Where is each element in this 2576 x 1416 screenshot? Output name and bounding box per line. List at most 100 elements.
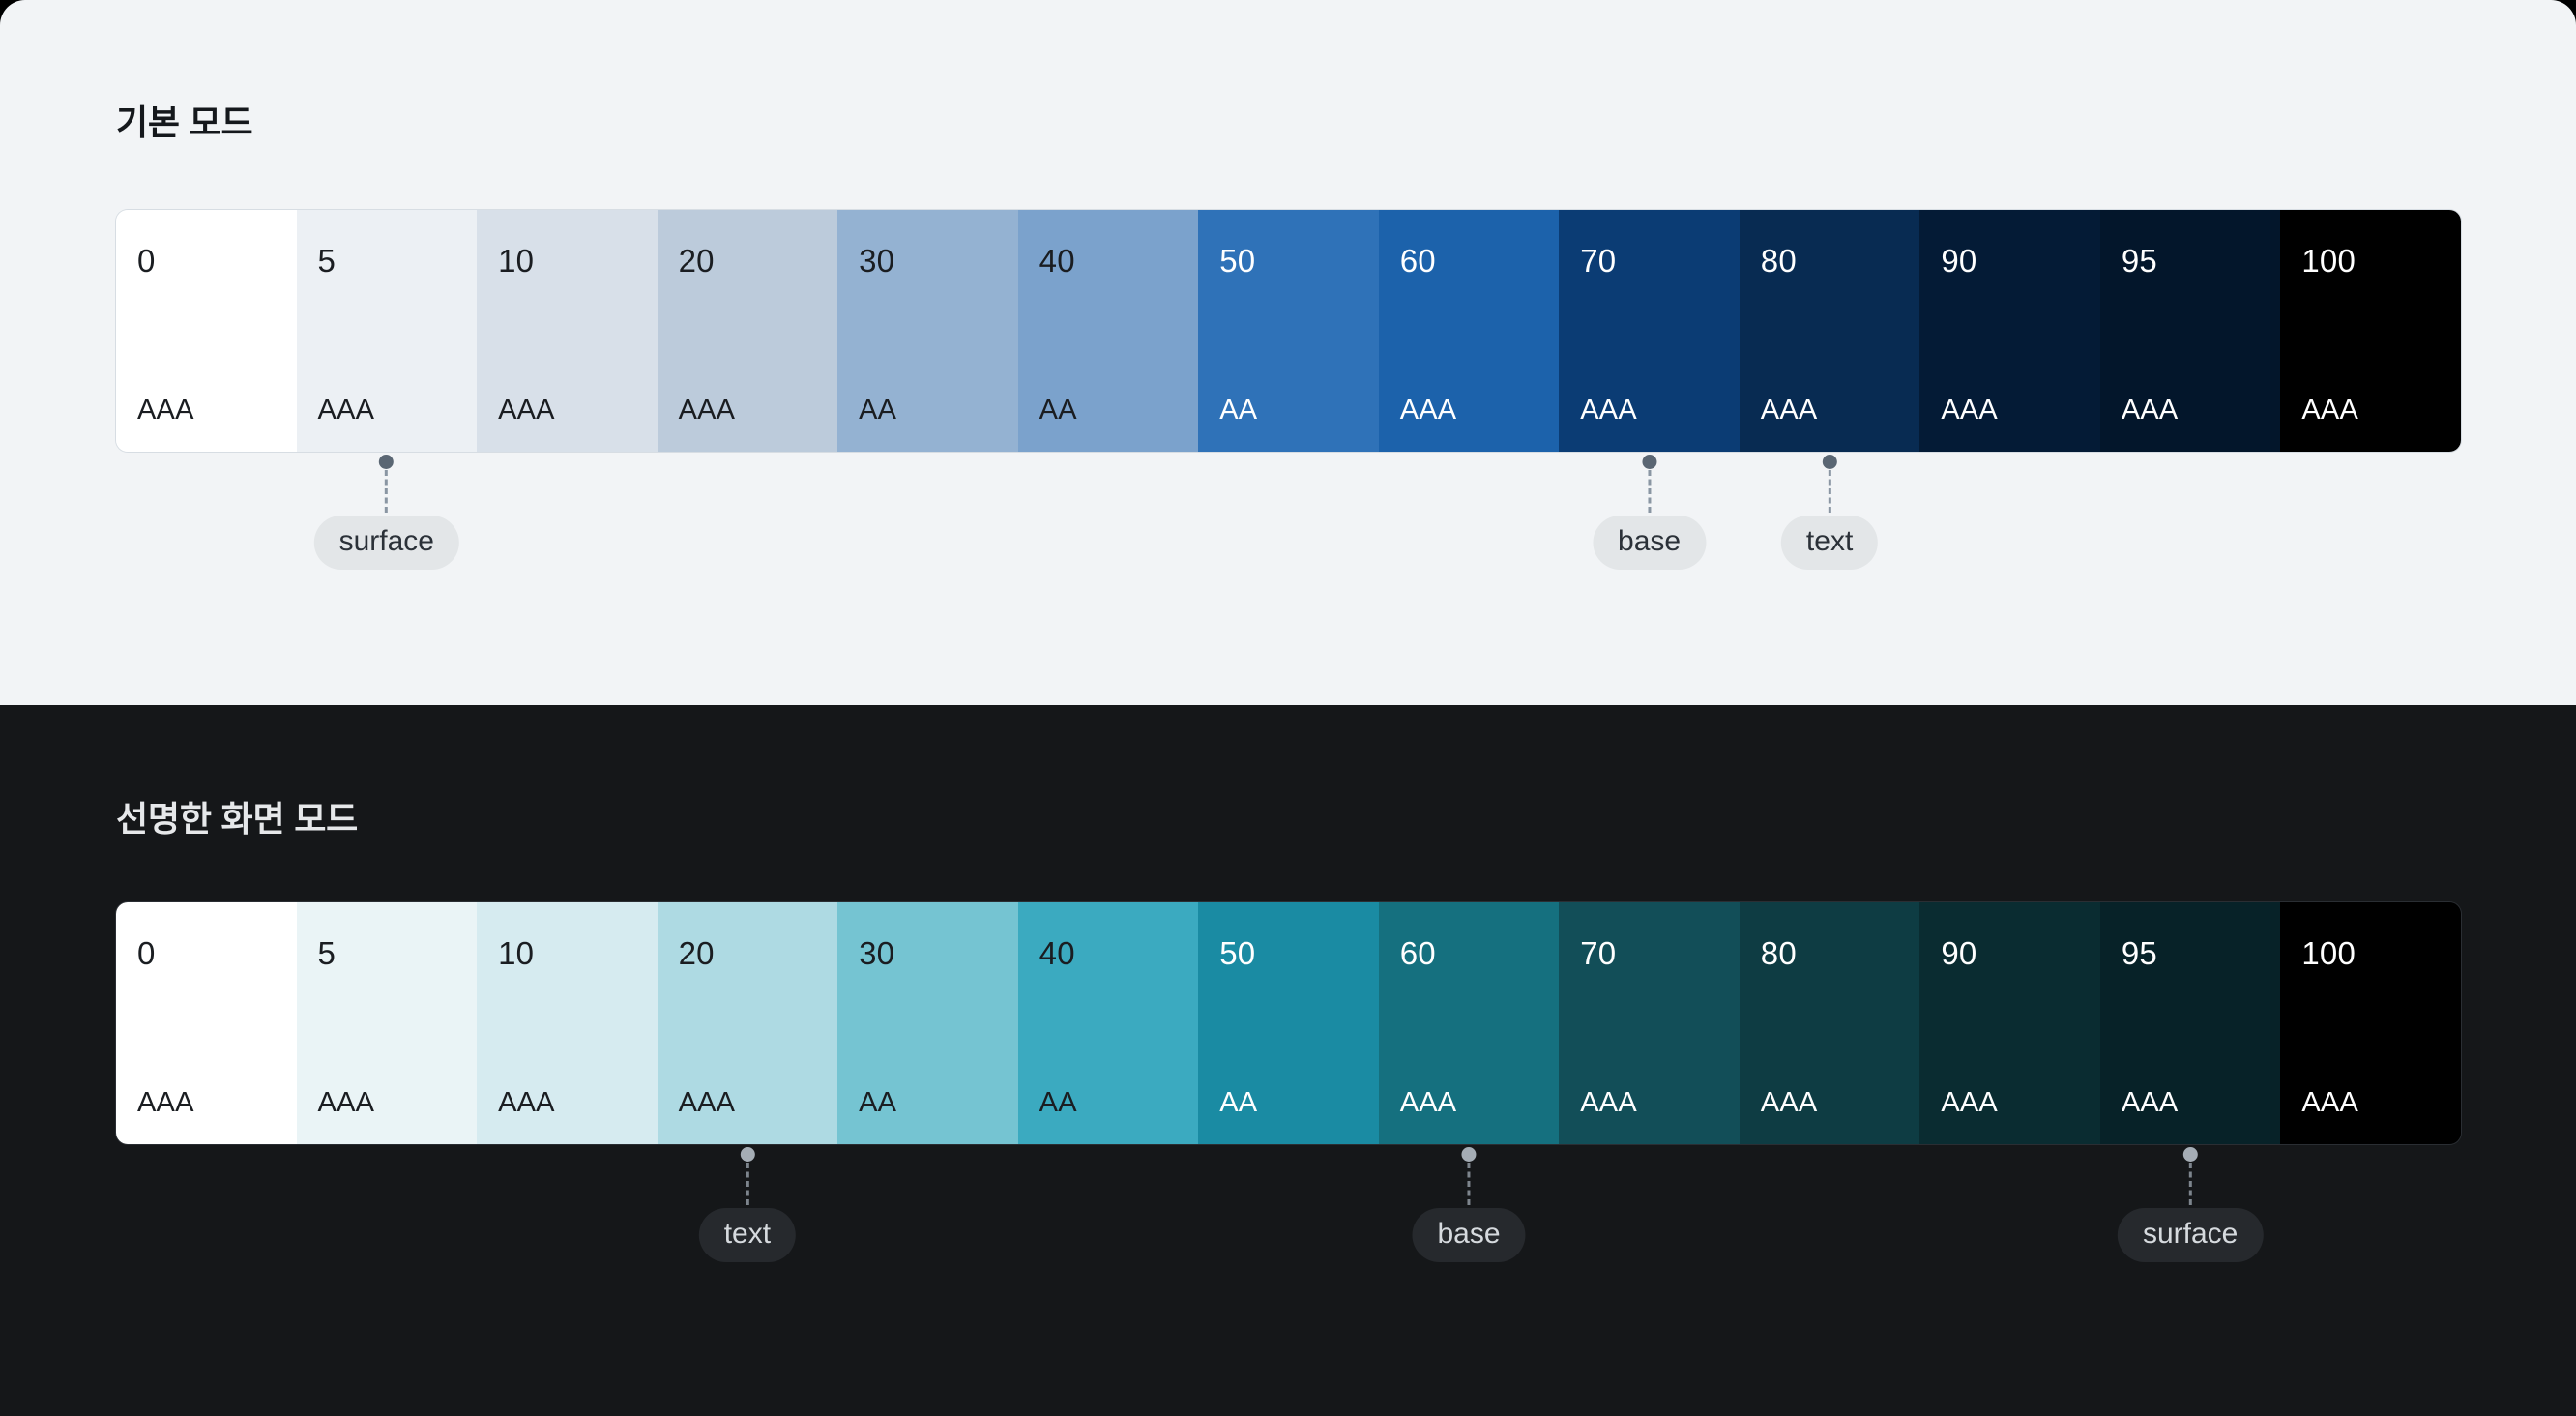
swatch-contrast-rating: AAA: [1399, 394, 1457, 426]
swatch-step-label: 80: [1760, 242, 1797, 279]
swatch-step-label: 95: [2121, 934, 2157, 971]
color-swatch[interactable]: 50 AA: [1198, 901, 1379, 1144]
token-pin[interactable]: base: [1412, 1144, 1526, 1262]
swatch-step-label: 50: [1219, 934, 1256, 971]
swatch-contrast-rating: AAA: [1941, 1086, 1998, 1118]
token-pin[interactable]: text: [1780, 452, 1879, 570]
swatch-step-label: 40: [1039, 242, 1075, 279]
color-scale-strip: 0 AAA 5 AAA 10 AAA 20 AAA 30 AA 40 AA 50 AA 60 AAA 70 AAA…: [116, 901, 2461, 1144]
swatch-step-label: 80: [1760, 934, 1797, 971]
color-swatch[interactable]: 20 AAA: [657, 901, 838, 1144]
color-swatch[interactable]: 90 AAA: [1919, 901, 2100, 1144]
token-pin[interactable]: text: [698, 1144, 797, 1262]
color-swatch[interactable]: 100 AAA: [2280, 209, 2461, 452]
swatch-contrast-rating: AAA: [1399, 1086, 1457, 1118]
token-annotations: surface base text: [116, 452, 2461, 597]
swatch-step-label: 5: [317, 934, 337, 971]
pin-connector-line: [1648, 469, 1652, 513]
color-swatch[interactable]: 30 AA: [837, 901, 1018, 1144]
color-scale-strip-wrapper: 0 AAA 5 AAA 10 AAA 20 AAA 30 AA 40 AA 50 AA 60 AAA 70 AAA…: [116, 209, 2461, 597]
color-swatch[interactable]: 30 AA: [837, 209, 1018, 452]
swatch-contrast-rating: AA: [859, 1086, 897, 1118]
pin-dot-icon: [1822, 454, 1837, 469]
token-pin[interactable]: surface: [313, 452, 459, 570]
swatch-step-label: 5: [317, 242, 337, 279]
swatch-step-label: 30: [859, 934, 895, 971]
swatch-step-label: 0: [137, 242, 156, 279]
section-title: 선명한 화면 모드: [116, 799, 359, 839]
pin-label: text: [1780, 515, 1879, 570]
section-default-mode: 기본 모드 0 AAA 5 AAA 10 AAA 20 AAA 30 AA 40 AA 50 AA 60 AAA…: [0, 0, 2576, 705]
color-swatch[interactable]: 80 AAA: [1739, 209, 1920, 452]
color-swatch[interactable]: 90 AAA: [1919, 209, 2100, 452]
swatch-step-label: 60: [1399, 934, 1436, 971]
swatch-contrast-rating: AAA: [498, 394, 555, 426]
color-swatch[interactable]: 20 AAA: [657, 209, 838, 452]
swatch-contrast-rating: AAA: [2121, 1086, 2179, 1118]
swatch-step-label: 70: [1580, 934, 1617, 971]
color-swatch[interactable]: 70 AAA: [1559, 209, 1740, 452]
pin-connector-line: [1467, 1162, 1471, 1205]
pin-dot-icon: [740, 1146, 755, 1162]
swatch-contrast-rating: AAA: [678, 1086, 736, 1118]
swatch-contrast-rating: AAA: [2301, 394, 2359, 426]
swatch-contrast-rating: AA: [1039, 1086, 1077, 1118]
swatch-contrast-rating: AA: [1219, 1086, 1258, 1118]
swatch-step-label: 90: [1941, 934, 1977, 971]
pin-label: surface: [2117, 1207, 2264, 1262]
swatch-step-label: 0: [137, 934, 156, 971]
section-vivid-screen-mode: 선명한 화면 모드 0 AAA 5 AAA 10 AAA 20 AAA 30 AA 40 AA 50 AA 6…: [0, 705, 2576, 1416]
color-swatch[interactable]: 0 AAA: [116, 901, 297, 1144]
color-swatch[interactable]: 70 AAA: [1559, 901, 1740, 1144]
swatch-step-label: 100: [2301, 242, 2356, 279]
swatch-contrast-rating: AAA: [1941, 394, 1998, 426]
color-scale-page: 기본 모드 0 AAA 5 AAA 10 AAA 20 AAA 30 AA 40 AA 50 AA 60 AAA…: [0, 0, 2576, 1416]
swatch-step-label: 20: [678, 242, 715, 279]
color-swatch[interactable]: 40 AA: [1017, 209, 1199, 452]
color-swatch[interactable]: 40 AA: [1017, 901, 1199, 1144]
token-pin[interactable]: base: [1593, 452, 1707, 570]
color-swatch[interactable]: 95 AAA: [2099, 209, 2281, 452]
swatch-contrast-rating: AAA: [1580, 394, 1637, 426]
color-swatch[interactable]: 80 AAA: [1739, 901, 1920, 1144]
color-swatch[interactable]: 0 AAA: [116, 209, 297, 452]
token-pin[interactable]: surface: [2117, 1144, 2264, 1262]
color-swatch[interactable]: 10 AAA: [477, 901, 658, 1144]
swatch-contrast-rating: AAA: [1580, 1086, 1637, 1118]
swatch-step-label: 100: [2301, 934, 2356, 971]
swatch-contrast-rating: AAA: [678, 394, 736, 426]
swatch-contrast-rating: AAA: [1760, 394, 1818, 426]
swatch-contrast-rating: AAA: [137, 1086, 194, 1118]
color-swatch[interactable]: 95 AAA: [2099, 901, 2281, 1144]
swatch-contrast-rating: AA: [1039, 394, 1077, 426]
color-swatch[interactable]: 60 AAA: [1378, 901, 1560, 1144]
swatch-contrast-rating: AAA: [498, 1086, 555, 1118]
color-swatch[interactable]: 5 AAA: [296, 209, 478, 452]
swatch-contrast-rating: AAA: [1760, 1086, 1818, 1118]
pin-label: base: [1593, 515, 1707, 570]
swatch-contrast-rating: AAA: [2301, 1086, 2359, 1118]
swatch-step-label: 60: [1399, 242, 1436, 279]
swatch-contrast-rating: AAA: [317, 1086, 375, 1118]
color-scale-strip-wrapper: 0 AAA 5 AAA 10 AAA 20 AAA 30 AA 40 AA 50 AA 60 AAA 70 AAA…: [116, 901, 2461, 1289]
swatch-contrast-rating: AA: [859, 394, 897, 426]
pin-dot-icon: [1461, 1146, 1477, 1162]
color-swatch[interactable]: 10 AAA: [477, 209, 658, 452]
pin-connector-line: [746, 1162, 749, 1205]
swatch-contrast-rating: AA: [1219, 394, 1258, 426]
color-swatch[interactable]: 5 AAA: [296, 901, 478, 1144]
color-swatch[interactable]: 100 AAA: [2280, 901, 2461, 1144]
color-swatch[interactable]: 60 AAA: [1378, 209, 1560, 452]
pin-dot-icon: [1642, 454, 1657, 469]
swatch-step-label: 90: [1941, 242, 1977, 279]
pin-dot-icon: [2182, 1146, 2198, 1162]
color-scale-strip: 0 AAA 5 AAA 10 AAA 20 AAA 30 AA 40 AA 50 AA 60 AAA 70 AAA…: [116, 209, 2461, 452]
swatch-step-label: 10: [498, 242, 535, 279]
section-title: 기본 모드: [116, 103, 253, 142]
color-swatch[interactable]: 50 AA: [1198, 209, 1379, 452]
swatch-step-label: 20: [678, 934, 715, 971]
swatch-step-label: 50: [1219, 242, 1256, 279]
pin-label: surface: [313, 515, 459, 570]
pin-connector-line: [385, 469, 389, 513]
swatch-step-label: 40: [1039, 934, 1075, 971]
